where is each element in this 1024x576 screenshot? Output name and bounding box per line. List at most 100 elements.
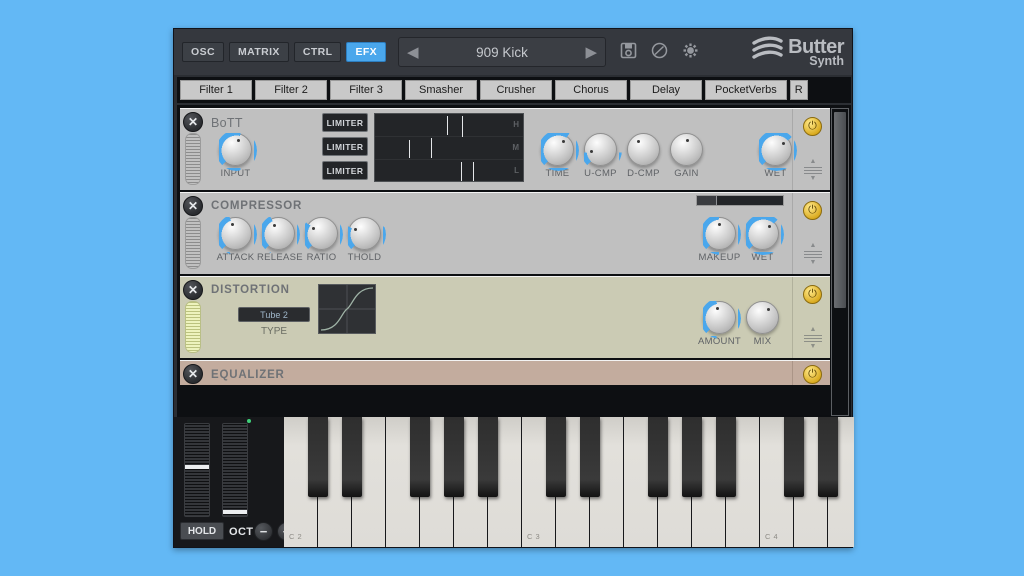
black-key[interactable] bbox=[342, 417, 362, 497]
distortion-type-select[interactable]: Tube 2 bbox=[238, 307, 310, 322]
plugin-header: OSC MATRIX CTRL EFX ◀ 909 Kick ▶ Butter … bbox=[174, 29, 852, 75]
knob-mix-label: MIX bbox=[753, 336, 772, 347]
band-label-m: M bbox=[512, 143, 519, 152]
black-key[interactable] bbox=[818, 417, 838, 497]
gain-reduction-meter bbox=[696, 195, 784, 206]
gear-icon[interactable] bbox=[682, 42, 699, 64]
knob-gain[interactable]: GAIN bbox=[665, 133, 708, 179]
knob-ratio-label: RATIO bbox=[306, 252, 337, 263]
knob-amount-label: AMOUNT bbox=[698, 336, 741, 347]
band-row-h: H bbox=[375, 114, 523, 137]
module-compressor-power-button[interactable]: ⏻ bbox=[803, 201, 822, 220]
module-distortion-title: DISTORTION bbox=[211, 284, 290, 296]
tab-pocketverbs[interactable]: PocketVerbs bbox=[705, 80, 787, 100]
mode-button-osc[interactable]: OSC bbox=[182, 42, 224, 62]
module-bott-body: BoTT INPUT LIMITER LIMITER LIMITER H M L… bbox=[206, 109, 797, 190]
knob-time[interactable]: TIME bbox=[536, 130, 579, 179]
module-bott-power-button[interactable]: ⏻ bbox=[803, 117, 822, 136]
module-distortion-level-meter bbox=[185, 301, 201, 353]
preset-next-icon[interactable]: ▶ bbox=[585, 45, 597, 60]
module-compressor-body: COMPRESSOR ATTACK RELEASE RATIO THOLD MA… bbox=[206, 193, 792, 274]
module-bott-resize-handle[interactable]: ▲ ▼ bbox=[804, 158, 822, 182]
knob-input[interactable]: INPUT bbox=[214, 130, 257, 179]
module-compressor-resize-handle[interactable]: ▲ ▼ bbox=[804, 242, 822, 266]
distortion-curve-display bbox=[318, 284, 376, 334]
black-key[interactable] bbox=[648, 417, 668, 497]
mode-button-matrix[interactable]: MATRIX bbox=[228, 42, 289, 62]
modulation-wheel[interactable] bbox=[222, 419, 251, 517]
knob-release-label: RELEASE bbox=[257, 252, 303, 263]
limiter-button-h[interactable]: LIMITER bbox=[322, 113, 368, 132]
knob-ratio[interactable]: RATIO bbox=[300, 214, 343, 263]
knob-attack[interactable]: ATTACK bbox=[214, 214, 257, 263]
pitch-bend-wheel[interactable] bbox=[184, 423, 210, 517]
module-equalizer: ✕ EQUALIZER ⏻ bbox=[180, 360, 830, 387]
knob-comp-wet[interactable]: WET bbox=[741, 214, 784, 263]
knob-makeup[interactable]: MAKEUP bbox=[698, 214, 741, 263]
tab-chorus[interactable]: Chorus bbox=[555, 80, 627, 100]
limiter-button-l[interactable]: LIMITER bbox=[322, 161, 368, 180]
mode-button-ctrl[interactable]: CTRL bbox=[293, 42, 342, 62]
band-label-l: L bbox=[514, 166, 519, 175]
module-compressor-left: ✕ bbox=[180, 193, 206, 274]
module-distortion-right: ⏻ ▲ ▼ bbox=[792, 277, 830, 358]
knob-release[interactable]: RELEASE bbox=[257, 214, 303, 263]
knob-comp-wet-label: WET bbox=[751, 252, 774, 263]
module-distortion-body: DISTORTION Tube 2 TYPE AMOUNT MIX bbox=[206, 277, 792, 358]
tab-filter-3[interactable]: Filter 3 bbox=[330, 80, 402, 100]
knob-icon[interactable] bbox=[651, 42, 668, 64]
hold-button[interactable]: HOLD bbox=[180, 522, 224, 540]
tab-smasher[interactable]: Smasher bbox=[405, 80, 477, 100]
preset-prev-icon[interactable]: ◀ bbox=[407, 45, 419, 60]
knob-mix[interactable]: MIX bbox=[741, 301, 784, 347]
module-equalizer-close-icon[interactable]: ✕ bbox=[183, 364, 203, 384]
knob-dcmp-label: D-CMP bbox=[627, 168, 660, 179]
tab-filter-1[interactable]: Filter 1 bbox=[180, 80, 252, 100]
module-distortion-close-icon[interactable]: ✕ bbox=[183, 280, 203, 300]
knob-amount[interactable]: AMOUNT bbox=[698, 298, 741, 347]
module-distortion-power-button[interactable]: ⏻ bbox=[803, 285, 822, 304]
rack-scrollbar[interactable] bbox=[831, 108, 849, 416]
module-bott-title: BoTT bbox=[211, 116, 243, 130]
black-key[interactable] bbox=[410, 417, 430, 497]
module-distortion-resize-handle[interactable]: ▲ ▼ bbox=[804, 326, 822, 350]
module-equalizer-left: ✕ bbox=[180, 361, 206, 385]
brand-logo: Butter Synth bbox=[750, 34, 844, 71]
mode-button-efx[interactable]: EFX bbox=[346, 42, 387, 62]
module-bott-level-meter bbox=[185, 133, 201, 185]
module-equalizer-body: EQUALIZER bbox=[206, 361, 792, 385]
knob-wet[interactable]: WET bbox=[754, 130, 797, 179]
effect-rack: ✕ BoTT INPUT LIMITER LIMITER LIMITER H M… bbox=[177, 105, 851, 419]
knob-thold[interactable]: THOLD bbox=[343, 214, 386, 263]
black-key[interactable] bbox=[444, 417, 464, 497]
save-icon[interactable] bbox=[620, 42, 637, 64]
knob-wet-label: WET bbox=[764, 168, 787, 179]
knob-thold-label: THOLD bbox=[347, 252, 382, 263]
tab-reverb-partial[interactable]: R bbox=[789, 80, 808, 100]
module-bott-close-icon[interactable]: ✕ bbox=[183, 112, 203, 132]
knob-input-label: INPUT bbox=[220, 168, 251, 179]
module-equalizer-power-button[interactable]: ⏻ bbox=[803, 365, 822, 384]
module-bott-left: ✕ bbox=[180, 109, 206, 190]
preset-selector[interactable]: ◀ 909 Kick ▶ bbox=[398, 37, 606, 67]
tab-filter-2[interactable]: Filter 2 bbox=[255, 80, 327, 100]
limiter-button-m[interactable]: LIMITER bbox=[322, 137, 368, 156]
bott-band-display[interactable]: H M L bbox=[374, 113, 524, 182]
black-key[interactable] bbox=[546, 417, 566, 497]
module-compressor-close-icon[interactable]: ✕ bbox=[183, 196, 203, 216]
tab-delay[interactable]: Delay bbox=[630, 80, 702, 100]
black-key[interactable] bbox=[716, 417, 736, 497]
black-key[interactable] bbox=[580, 417, 600, 497]
black-key[interactable] bbox=[784, 417, 804, 497]
rack-scrollbar-thumb[interactable] bbox=[834, 112, 846, 308]
tab-crusher[interactable]: Crusher bbox=[480, 80, 552, 100]
module-list: ✕ BoTT INPUT LIMITER LIMITER LIMITER H M… bbox=[180, 108, 830, 416]
octave-down-button[interactable]: − bbox=[254, 522, 273, 541]
black-key[interactable] bbox=[682, 417, 702, 497]
knob-attack-label: ATTACK bbox=[216, 252, 255, 263]
knob-ucmp[interactable]: U-CMP bbox=[579, 130, 622, 179]
knob-dcmp[interactable]: D-CMP bbox=[622, 133, 665, 179]
black-key[interactable] bbox=[308, 417, 328, 497]
black-key[interactable] bbox=[478, 417, 498, 497]
wave-icon bbox=[750, 34, 784, 71]
